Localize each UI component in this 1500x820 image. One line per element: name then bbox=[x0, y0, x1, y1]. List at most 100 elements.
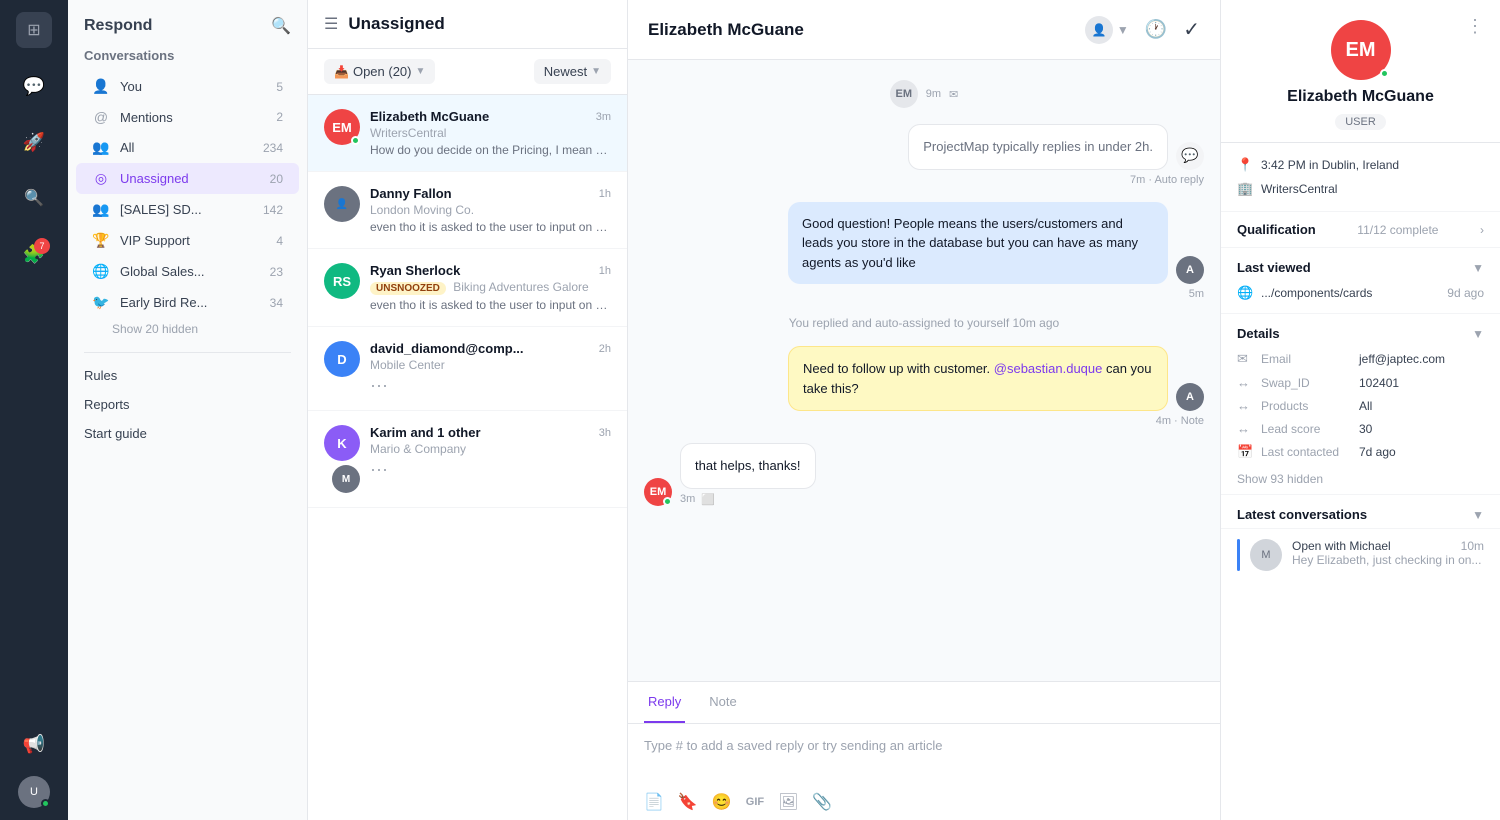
sidebar-search-icon[interactable]: 🔍 bbox=[271, 16, 291, 36]
agent-avatar-note: A bbox=[1176, 383, 1204, 411]
leadscore-label: Lead score bbox=[1261, 422, 1351, 436]
building-icon: 🏢 bbox=[1237, 181, 1253, 197]
sidebar-count-earlybird: 34 bbox=[270, 296, 283, 310]
rocket-nav-icon[interactable]: 🚀 bbox=[16, 124, 52, 160]
conv-item-header-karim: Karim and 1 other 3h bbox=[370, 425, 611, 440]
lc-preview: Hey Elizabeth, just checking in on... bbox=[1292, 553, 1484, 567]
swapid-value: 102401 bbox=[1359, 376, 1399, 390]
conv-item-danny[interactable]: 👤 Danny Fallon 1h London Moving Co. even… bbox=[308, 172, 627, 249]
conv-item-company-ryan: UNSNOOZED Biking Adventures Galore bbox=[370, 280, 611, 295]
sidebar-item-global[interactable]: 🌐 Global Sales... 23 bbox=[76, 256, 299, 287]
sort-filter[interactable]: Newest ▼ bbox=[534, 59, 611, 84]
swapid-detail-row: ↔ Swap_ID 102401 bbox=[1221, 371, 1500, 394]
received-channel-icon: ⬜ bbox=[701, 493, 715, 506]
last-viewed-section[interactable]: Last viewed ▼ bbox=[1221, 248, 1500, 281]
conv-item-ryan[interactable]: RS Ryan Sherlock 1h UNSNOOZED Biking Adv… bbox=[308, 249, 627, 327]
rp-menu-icon[interactable]: ⋮ bbox=[1466, 16, 1484, 37]
conv-avatar-karim2: M bbox=[332, 465, 360, 493]
ryan-company: Biking Adventures Galore bbox=[453, 280, 588, 294]
sidebar-start-guide-link[interactable]: Start guide bbox=[68, 419, 307, 448]
status-filter[interactable]: 📥 Open (20) ▼ bbox=[324, 59, 435, 84]
conv-item-karim[interactable]: K M Karim and 1 other 3h Mario & Company… bbox=[308, 411, 627, 508]
reply-input[interactable]: Type # to add a saved reply or try sendi… bbox=[628, 724, 1220, 784]
conversations-nav-icon[interactable]: 💬 bbox=[16, 68, 52, 104]
leadscore-value: 30 bbox=[1359, 422, 1372, 436]
lastcontacted-detail-row: 📅 Last contacted 7d ago bbox=[1221, 440, 1500, 464]
sidebar-reports-link[interactable]: Reports bbox=[68, 390, 307, 419]
tab-note[interactable]: Note bbox=[705, 682, 740, 723]
note-meta: 4m · Note bbox=[1156, 415, 1204, 427]
emoji-icon[interactable]: 😊 bbox=[712, 792, 732, 812]
conv-item-david[interactable]: D david_diamond@comp... 2h Mobile Center… bbox=[308, 327, 627, 411]
reply-box: Reply Note Type # to add a saved reply o… bbox=[628, 681, 1220, 820]
reply-tabs: Reply Note bbox=[628, 682, 1220, 724]
sidebar-item-all[interactable]: 👥 All 234 bbox=[76, 132, 299, 163]
image-icon[interactable]: 🖼 bbox=[778, 792, 798, 812]
details-chevron: ▼ bbox=[1472, 327, 1484, 341]
conv-item-body-elizabeth: Elizabeth McGuane 3m WritersCentral How … bbox=[370, 109, 611, 157]
conv-list-header: ☰ Unassigned bbox=[308, 0, 627, 49]
sidebar-item-earlybird[interactable]: 🐦 Early Bird Re... 34 bbox=[76, 287, 299, 318]
tab-reply[interactable]: Reply bbox=[644, 682, 685, 723]
sidebar-item-mentions[interactable]: @ Mentions 2 bbox=[76, 102, 299, 132]
check-icon[interactable]: ✓ bbox=[1183, 17, 1200, 42]
sidebar-item-vip[interactable]: 🏆 VIP Support 4 bbox=[76, 225, 299, 256]
assign-button[interactable]: 👤 ▼ bbox=[1085, 16, 1129, 44]
conv-avatar-david: D bbox=[324, 341, 360, 377]
show-hidden-link[interactable]: Show 20 hidden bbox=[68, 318, 307, 344]
user-avatar[interactable]: U bbox=[18, 776, 50, 808]
latest-conv-item[interactable]: M Open with Michael 10m Hey Elizabeth, j… bbox=[1221, 528, 1500, 581]
sidebar-label-earlybird: Early Bird Re... bbox=[120, 295, 270, 310]
puzzle-badge: 7 bbox=[34, 238, 50, 254]
conv-avatar-danny: 👤 bbox=[324, 186, 360, 222]
rp-header: ⋮ EM Elizabeth McGuane USER bbox=[1221, 0, 1500, 143]
latest-convs-chevron: ▼ bbox=[1472, 508, 1484, 522]
conv-item-time-ryan: 1h bbox=[599, 265, 611, 277]
clock-icon[interactable]: 🕐 bbox=[1145, 19, 1167, 40]
email-channel-icon: ✉ bbox=[949, 88, 958, 101]
megaphone-nav-icon[interactable]: 📢 bbox=[16, 726, 52, 762]
sidebar-item-sales[interactable]: 👥 [SALES] SD... 142 bbox=[76, 194, 299, 225]
rp-company: WritersCentral bbox=[1261, 182, 1337, 196]
last-viewed-time: 9d ago bbox=[1447, 286, 1484, 300]
sidebar: Respond 🔍 Conversations 👤 You 5 @ Mentio… bbox=[68, 0, 308, 820]
conversation-list: ☰ Unassigned 📥 Open (20) ▼ Newest ▼ EM E… bbox=[308, 0, 628, 820]
msg-bubble-received: that helps, thanks! bbox=[680, 443, 816, 489]
email-icon: ✉ bbox=[1237, 351, 1253, 367]
latest-convs-header[interactable]: Latest conversations ▼ bbox=[1221, 495, 1500, 528]
conv-item-body-ryan: Ryan Sherlock 1h UNSNOOZED Biking Advent… bbox=[370, 263, 611, 312]
document-icon[interactable]: 📄 bbox=[644, 792, 664, 812]
details-section-header[interactable]: Details ▼ bbox=[1221, 314, 1500, 347]
sidebar-rules-link[interactable]: Rules bbox=[68, 361, 307, 390]
leadscore-detail-row: ↔ Lead score 30 bbox=[1221, 417, 1500, 440]
swapid-label: Swap_ID bbox=[1261, 376, 1351, 390]
sidebar-label-sales: [SALES] SD... bbox=[120, 202, 263, 217]
chat-contact-name: Elizabeth McGuane bbox=[648, 20, 1073, 40]
puzzle-nav-icon[interactable]: 🧩 7 bbox=[16, 236, 52, 272]
conv-item-elizabeth[interactable]: EM Elizabeth McGuane 3m WritersCentral H… bbox=[308, 95, 627, 172]
lc-header: Open with Michael 10m bbox=[1292, 539, 1484, 553]
conv-item-time-danny: 1h bbox=[599, 188, 611, 200]
qualification-row[interactable]: Qualification 11/12 complete › bbox=[1221, 212, 1500, 248]
sidebar-item-unassigned[interactable]: ◎ Unassigned 20 bbox=[76, 163, 299, 194]
menu-icon[interactable]: ☰ bbox=[324, 14, 338, 34]
conversation-items: EM Elizabeth McGuane 3m WritersCentral H… bbox=[308, 95, 627, 820]
search-nav-icon[interactable]: 🔍 bbox=[16, 180, 52, 216]
sidebar-label-unassigned: Unassigned bbox=[120, 171, 270, 186]
attach-icon[interactable]: 📎 bbox=[812, 792, 832, 812]
conv-item-time-elizabeth: 3m bbox=[596, 111, 611, 123]
sidebar-count-mentions: 2 bbox=[276, 110, 283, 124]
show-hidden-details[interactable]: Show 93 hidden bbox=[1221, 464, 1500, 494]
conv-item-body-danny: Danny Fallon 1h London Moving Co. even t… bbox=[370, 186, 611, 234]
bookmark-icon[interactable]: 🔖 bbox=[678, 792, 698, 812]
conv-item-name-david: david_diamond@comp... bbox=[370, 341, 524, 356]
globe-icon: 🌐 bbox=[1237, 285, 1253, 301]
assign-caret: ▼ bbox=[1117, 23, 1129, 37]
last-viewed-chevron: ▼ bbox=[1472, 261, 1484, 275]
gif-button[interactable]: GIF bbox=[746, 796, 764, 808]
msg-row-received: EM that helps, thanks! 3m ⬜ bbox=[644, 443, 1204, 506]
sidebar-item-you[interactable]: 👤 You 5 bbox=[76, 71, 299, 102]
lc-body: Open with Michael 10m Hey Elizabeth, jus… bbox=[1292, 539, 1484, 571]
lastcontacted-value: 7d ago bbox=[1359, 445, 1396, 459]
conv-item-preview-elizabeth: How do you decide on the Pricing, I mean… bbox=[370, 143, 611, 157]
